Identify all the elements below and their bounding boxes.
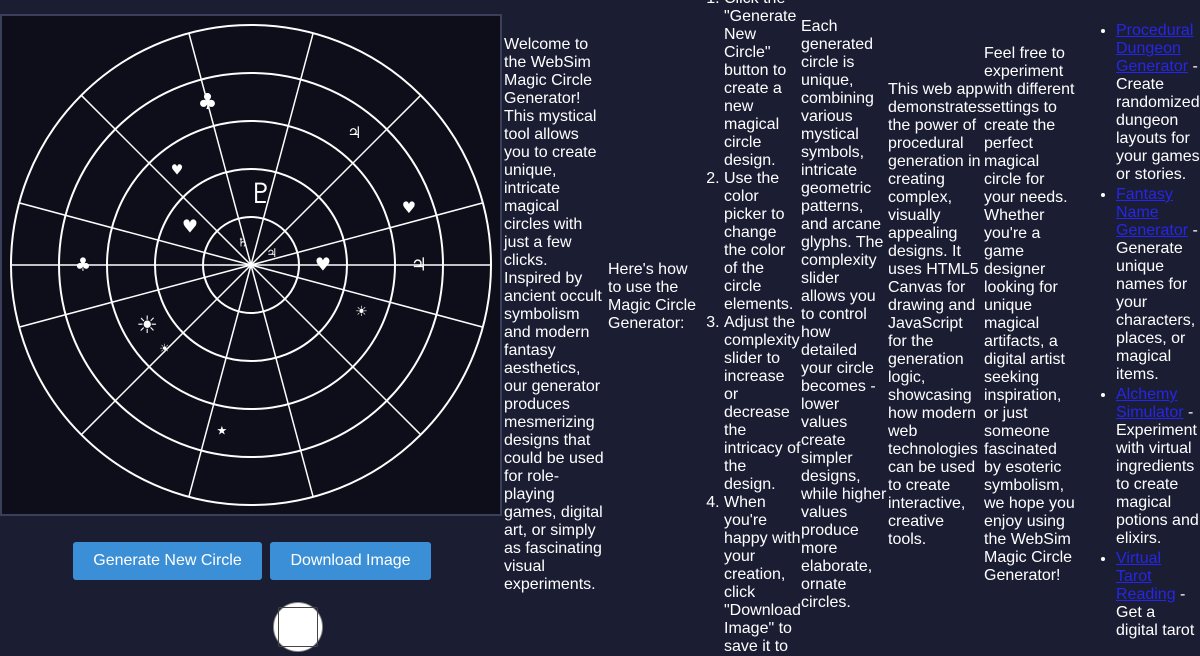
link-description: - Generate unique names for your charact… — [1116, 222, 1198, 383]
link-procedural-dungeon-generator[interactable]: Procedural Dungeon Generator — [1116, 22, 1193, 75]
tech-text: This web app demonstrates the power of p… — [888, 81, 985, 548]
outro-section: Feel free to experiment with different s… — [984, 45, 1078, 585]
list-item: Adjust the complexity slider to increase… — [724, 314, 802, 494]
generate-new-circle-button[interactable]: Generate New Circle — [73, 542, 262, 580]
list-item: Virtual Tarot Reading - Get a digital ta… — [1116, 550, 1200, 640]
download-image-button[interactable]: Download Image — [270, 542, 431, 580]
magic-circle-drawing: ♣♃♥♃☀♣☀☀★♥♥♇♄♃♥ — [10, 24, 492, 506]
circle-symbol-6: ♣ — [75, 255, 91, 276]
circle-symbol-9: ★ — [216, 423, 227, 437]
intro-text: Welcome to the WebSim Magic Circle Gener… — [504, 36, 604, 593]
list-item: Procedural Dungeon Generator - Create ra… — [1116, 22, 1200, 184]
circle-symbol-5: ☀ — [355, 304, 368, 320]
unique-section: Each generated circle is unique, combini… — [801, 18, 887, 612]
howto-heading: Here's how to use the Magic Circle Gener… — [608, 261, 697, 332]
spoke-12 — [250, 202, 484, 266]
color-picker[interactable] — [273, 602, 323, 652]
list-item: Click the "Generate New Circle" button t… — [724, 0, 802, 170]
unique-text: Each generated circle is unique, combini… — [801, 18, 887, 611]
howto-steps-section: Click the "Generate New Circle" button t… — [706, 0, 802, 656]
link-alchemy-simulator[interactable]: Alchemy Simulator — [1116, 386, 1184, 421]
list-item: Use the color picker to change the color… — [724, 170, 802, 314]
list-item: When you're happy with your creation, cl… — [724, 494, 802, 656]
related-links-list: Procedural Dungeon Generator - Create ra… — [1100, 22, 1200, 640]
circle-symbol-13: ♄ — [237, 235, 248, 249]
intro-section: Welcome to the WebSim Magic Circle Gener… — [504, 36, 608, 594]
link-description: - Create randomized dungeon layouts for … — [1116, 58, 1200, 183]
circle-symbol-2: ♃ — [347, 123, 361, 142]
circle-symbol-3: ♥ — [402, 198, 416, 217]
howto-steps-list: Click the "Generate New Circle" button t… — [706, 0, 802, 656]
spoke-11 — [250, 94, 422, 266]
spoke-7 — [18, 202, 252, 266]
spoke-10 — [250, 32, 314, 266]
circle-symbol-4: ♃ — [411, 255, 427, 276]
related-links-section: Procedural Dungeon Generator - Create ra… — [1100, 22, 1200, 642]
link-fantasy-name-generator[interactable]: Fantasy Name Generator — [1116, 186, 1188, 239]
spoke-4 — [188, 264, 252, 498]
circle-symbol-10: ♥ — [171, 162, 184, 178]
link-virtual-tarot-reading[interactable]: Virtual Tarot Reading — [1116, 550, 1176, 603]
tech-section: This web app demonstrates the power of p… — [888, 81, 985, 549]
circle-symbol-14: ♃ — [266, 246, 277, 260]
circle-symbol-1: ♣ — [198, 90, 218, 115]
spoke-8 — [80, 94, 252, 266]
magic-circle-canvas: ♣ ♃ ♥ ♃ ☀ ♣ ☀ ☀ ★ ♥ ♥ ♇ ♄ ♃ ♥ — [0, 14, 502, 516]
spoke-6 — [18, 264, 252, 328]
circle-symbol-15: ♥ — [315, 255, 331, 276]
spoke-2 — [250, 264, 422, 436]
outro-text: Feel free to experiment with different s… — [984, 45, 1075, 584]
link-description: - Experiment with virtual ingredients to… — [1116, 404, 1199, 547]
circle-symbol-7: ☀ — [136, 311, 158, 339]
howto-heading-section: Here's how to use the Magic Circle Gener… — [608, 261, 704, 333]
spoke-9 — [188, 32, 252, 266]
circle-symbol-11: ♥ — [182, 216, 198, 237]
circle-symbol-12: ♇ — [248, 177, 273, 210]
list-item: Fantasy Name Generator - Generate unique… — [1116, 186, 1200, 384]
circle-symbol-8: ☀ — [159, 341, 170, 355]
list-item: Alchemy Simulator - Experiment with virt… — [1116, 386, 1200, 548]
spoke-3 — [250, 264, 314, 498]
